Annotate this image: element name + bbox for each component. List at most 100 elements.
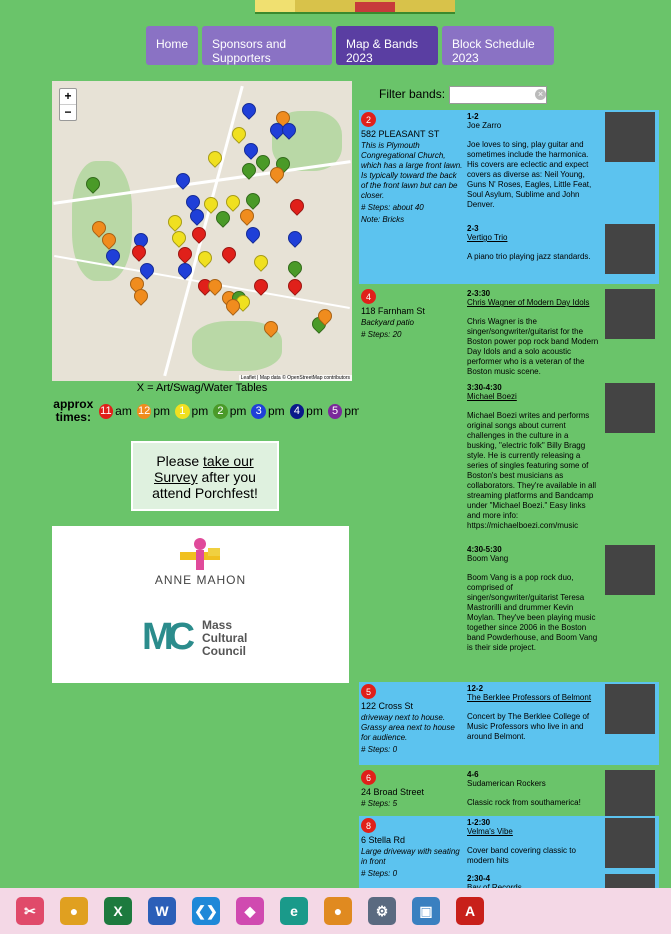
legend-dot-1: 1 <box>175 403 190 419</box>
main-nav: Home Sponsors and Supporters Map & Bands… <box>146 26 554 65</box>
excel-icon[interactable]: X <box>104 897 132 925</box>
tab-map-bands[interactable]: Map & Bands 2023 <box>336 26 438 65</box>
porch-description: Backyard patio <box>361 318 414 327</box>
porch-number: 8 <box>361 818 376 833</box>
map-pin-54[interactable] <box>169 228 189 248</box>
map-attribution[interactable]: Leaflet | Map data © OpenStreetMap contr… <box>238 375 352 381</box>
band-description: Michael Boezi writes and performs origin… <box>467 411 597 530</box>
band-photo <box>605 289 655 339</box>
porch-location: 4 118 Farnham St Backyard patio # Steps: 20 <box>361 289 465 342</box>
filter-label: Filter bands: <box>379 87 446 101</box>
map-pin-36[interactable] <box>285 276 305 296</box>
porch-description: Large driveway with seating in front <box>361 847 460 866</box>
tab-block-schedule[interactable]: Block Schedule 2023 <box>442 26 554 65</box>
porch-number: 4 <box>361 289 376 304</box>
map-pin-29[interactable] <box>213 208 233 228</box>
windows-taskbar: ✂ ● X W ❮❯ ◆ e ● ⚙ ▣ A <box>0 888 671 934</box>
schedule-list: 2 582 PLEASANT ST This is Plymouth Congreg… <box>359 110 659 924</box>
legend-unit: pm <box>153 404 171 418</box>
band-description: Concert by The Berklee College of Music … <box>467 712 590 741</box>
anne-mahon-logo[interactable] <box>172 534 228 574</box>
map-pin-45[interactable] <box>251 252 271 272</box>
porch-row: 2 582 PLEASANT ST This is Plymouth Congreg… <box>359 110 659 284</box>
map-pin-33[interactable] <box>219 244 239 264</box>
clear-filter-icon[interactable]: × <box>535 89 546 100</box>
porch-steps: # Steps: 5 <box>361 799 398 808</box>
band-photo <box>605 684 655 734</box>
map-pin-20[interactable] <box>243 190 263 210</box>
edge-icon[interactable]: e <box>280 897 308 925</box>
band-description: Cover band covering classic to modern hi… <box>467 846 576 865</box>
porch-steps: # Steps: 20 <box>361 330 402 339</box>
vscode-icon[interactable]: ❮❯ <box>192 897 220 925</box>
porch-location: 5 122 Cross St driveway next to house. Gra… <box>361 684 465 757</box>
performance: 4-6 Sudamerican Rockers Classic rock from … <box>467 770 659 820</box>
band-description: Chris Wagner is the singer/songwriter/gu… <box>467 317 599 376</box>
porch-number: 5 <box>361 684 376 699</box>
porch-row: 5 122 Cross St driveway next to house. Gra… <box>359 682 659 765</box>
porch-note: Note: Bricks <box>361 215 405 224</box>
map-pin-19[interactable] <box>201 194 221 214</box>
mcc-wordmark: Mass Cultural Council <box>202 618 248 658</box>
legend-dot-12: 12 <box>136 403 152 419</box>
map-pin-34[interactable] <box>285 258 305 278</box>
porch-address: 582 PLEASANT ST <box>361 129 440 139</box>
anne-mahon-text: ANNE MAHON <box>154 573 247 587</box>
performance: 2-3:30 Chris Wagner of Modern Day Idols Ch… <box>467 289 659 377</box>
map-pin-59[interactable] <box>129 242 149 262</box>
acrobat-icon[interactable]: A <box>456 897 484 925</box>
legend-label: approx times: <box>53 397 94 424</box>
map-pin-21[interactable] <box>287 196 307 216</box>
porch-address: 122 Cross St <box>361 701 414 711</box>
photos-icon[interactable]: ▣ <box>412 897 440 925</box>
band-photo <box>605 770 655 820</box>
porch-location: 2 582 PLEASANT ST This is Plymouth Congreg… <box>361 112 465 225</box>
porchfest-map[interactable]: + − Leaflet | Map data © OpenStreetMap c… <box>52 81 352 381</box>
porch-number: 6 <box>361 770 376 785</box>
porch-address: 24 Broad Street <box>361 787 425 797</box>
band-filter: Filter bands: × <box>379 86 547 104</box>
gemini-icon[interactable]: ◆ <box>236 897 264 925</box>
map-pin-9[interactable] <box>239 100 259 120</box>
porch-steps: # Steps: 0 <box>361 869 398 878</box>
map-pin-23[interactable] <box>285 228 305 248</box>
time-legend: approx times: 11 am 12 pm 1 pm 2 pm 3 pm 4 pm 5 pm <box>52 398 362 424</box>
porch-location: 6 24 Broad Street # Steps: 5 <box>361 770 465 811</box>
snipping-tool-icon[interactable]: ✂ <box>16 897 44 925</box>
tab-sponsors[interactable]: Sponsors and Supporters <box>202 26 332 65</box>
legend-unit: pm <box>191 404 209 418</box>
mcc-mark: MC <box>142 616 195 658</box>
band-description: Classic rock from southamerica! <box>467 798 581 807</box>
band-description: A piano trio playing jazz standards. <box>467 252 591 261</box>
map-pin-26[interactable] <box>237 206 257 226</box>
band-photo <box>605 545 655 595</box>
legend-note: X = Art/Swag/Water Tables <box>136 382 268 394</box>
map-pin-55[interactable] <box>165 212 185 232</box>
filter-input[interactable] <box>449 86 547 104</box>
performance: 1-2 Joe Zarro Joe loves to sing, play guit… <box>467 112 659 210</box>
map-pin-67[interactable] <box>223 192 243 212</box>
band-photo <box>605 383 655 433</box>
band-photo <box>605 112 655 162</box>
performance: 2-3 Vertigo Trio A piano trio playing jazz… <box>467 224 659 274</box>
map-pin-25[interactable] <box>243 224 263 244</box>
performance: 4:30-5:30 Boom Vang Boom Vang is a pop roc… <box>467 545 659 653</box>
legend-unit: am <box>115 404 132 418</box>
chrome-icon[interactable]: ● <box>60 897 88 925</box>
word-icon[interactable]: W <box>148 897 176 925</box>
settings-icon[interactable]: ⚙ <box>368 897 396 925</box>
site-banner-image <box>255 0 455 14</box>
zoom-out-button[interactable]: − <box>60 105 76 120</box>
zoom-in-button[interactable]: + <box>60 89 76 105</box>
porch-description: This is Plymouth Congregational Church, … <box>361 141 463 200</box>
tab-home[interactable]: Home <box>146 26 198 65</box>
chrome-canary-icon[interactable]: ● <box>324 897 352 925</box>
porch-address: 118 Farnham St <box>361 306 425 316</box>
legend-dot-3: 3 <box>251 403 266 419</box>
porch-row: 4 118 Farnham St Backyard patio # Steps: 20… <box>359 287 659 679</box>
performance: 3:30-4:30 Michael Boezi Michael Boezi writ… <box>467 383 659 531</box>
legend-dot-4: 4 <box>289 403 305 419</box>
legend-unit: pm <box>229 404 247 418</box>
mass-cultural-council-logo[interactable]: MC Mass Cultural Council <box>142 616 272 660</box>
band-photo <box>605 818 655 868</box>
